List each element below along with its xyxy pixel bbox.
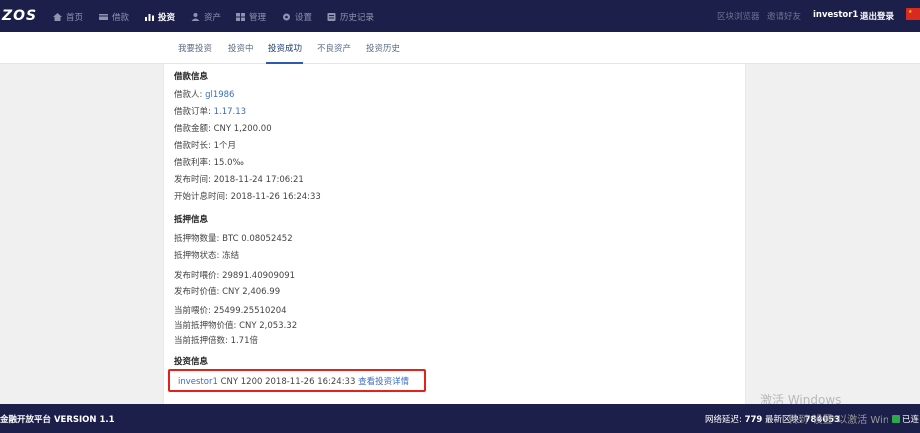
- publish-time: 发布时间: 2018-11-24 17:06:21: [174, 175, 304, 185]
- footer-bar: 金融开放平台 VERSION 1.1 网络延迟: 779 最新区块: 78405…: [0, 404, 920, 433]
- nav-home-label: 首页: [66, 13, 84, 23]
- connection-status: 已连: [892, 413, 919, 425]
- gear-icon: [282, 13, 291, 21]
- order-link[interactable]: 1.17.13: [214, 107, 246, 117]
- tab-investing[interactable]: 投资中: [228, 42, 254, 54]
- top-navbar: ZOS 首页 借款 投资 资产 管理 设置 历史记录 区块浏览器 邀请好友 in…: [0, 0, 920, 32]
- nav-invest-label: 投资: [158, 13, 176, 23]
- china-flag-icon[interactable]: ★: [906, 8, 920, 20]
- user-icon: [191, 13, 200, 21]
- order-row: 借款订单: 1.17.13: [174, 105, 246, 117]
- investment-info-title: 投资信息: [174, 357, 209, 367]
- connected-icon: [892, 415, 900, 423]
- tab-invest-history[interactable]: 投资历史: [366, 42, 400, 54]
- latency-value: 779: [744, 415, 763, 425]
- bar-chart-icon: [145, 13, 154, 21]
- grid-icon: [236, 13, 245, 21]
- card-icon: [99, 13, 108, 21]
- collateral-status: 抵押物状态: 冻结: [174, 251, 240, 261]
- investment-record: investor1 CNY 1200 2018-11-26 16:24:33 查…: [178, 375, 409, 387]
- windows-activation-hint: 转到"设置"以激活 Windows。: [788, 415, 888, 426]
- nav-home[interactable]: 首页: [53, 10, 83, 24]
- loan-rate: 借款利率: 15.0‰: [174, 158, 244, 168]
- platform-version: 金融开放平台 VERSION 1.1: [0, 415, 115, 425]
- nav-assets-label: 资产: [204, 13, 222, 23]
- view-investment-detail-link[interactable]: 查看投资详情: [358, 377, 409, 387]
- loan-info-title: 借款信息: [174, 72, 209, 82]
- borrower-label: 借款人:: [174, 90, 206, 100]
- loan-amount: 借款金额: CNY 1,200.00: [174, 124, 272, 134]
- latency-label: 网络延迟:: [705, 415, 745, 425]
- tab-invest[interactable]: 我要投资: [178, 42, 212, 54]
- tab-bad-assets[interactable]: 不良资产: [317, 42, 351, 54]
- logout-button[interactable]: 退出登录: [860, 10, 894, 22]
- order-label: 借款订单:: [174, 107, 214, 117]
- nav-settings-label: 设置: [295, 13, 313, 23]
- nav-invest[interactable]: 投资: [145, 10, 175, 24]
- logo[interactable]: ZOS: [2, 8, 37, 24]
- home-icon: [53, 13, 62, 21]
- nav-loan-label: 借款: [112, 13, 130, 23]
- nav-loan[interactable]: 借款: [99, 10, 129, 24]
- borrower-link[interactable]: gl1986: [205, 90, 234, 100]
- collateral-info-title: 抵押信息: [174, 215, 209, 225]
- collateral-quantity: 抵押物数量: BTC 0.08052452: [174, 234, 293, 244]
- connected-label: 已连: [902, 415, 920, 425]
- invite-friends-link[interactable]: 邀请好友: [767, 10, 801, 22]
- nav-assets[interactable]: 资产: [191, 10, 221, 24]
- nav-manage-label: 管理: [249, 13, 267, 23]
- loan-duration: 借款时长: 1个月: [174, 141, 236, 151]
- current-collateral-ratio: 当前抵押倍数: 1.71倍: [174, 336, 258, 346]
- nav-manage[interactable]: 管理: [236, 10, 266, 24]
- value-at-publish: 发布时价值: CNY 2,406.99: [174, 287, 281, 297]
- feed-price-at-publish: 发布时喂价: 29891.40909091: [174, 271, 296, 281]
- borrower-row: 借款人: gl1986: [174, 88, 234, 100]
- investment-detail: CNY 1200 2018-11-26 16:24:33: [217, 377, 359, 387]
- interest-start-time: 开始计息时间: 2018-11-26 16:24:33: [174, 192, 321, 202]
- nav-history-label: 历史记录: [340, 13, 375, 23]
- history-icon: [327, 13, 336, 21]
- tab-invest-success[interactable]: 投资成功: [268, 42, 302, 54]
- current-feed-price: 当前喂价: 25499.25510204: [174, 306, 287, 316]
- current-collateral-value: 当前抵押物价值: CNY 2,053.32: [174, 321, 298, 331]
- sub-tabs: 我要投资 投资中 投资成功 不良资产 投资历史: [0, 32, 920, 64]
- nav-history[interactable]: 历史记录: [327, 10, 374, 24]
- username[interactable]: investor1: [813, 10, 858, 20]
- nav-settings[interactable]: 设置: [282, 10, 312, 24]
- investor-link[interactable]: investor1: [178, 377, 218, 387]
- block-explorer-link[interactable]: 区块浏览器: [717, 10, 760, 22]
